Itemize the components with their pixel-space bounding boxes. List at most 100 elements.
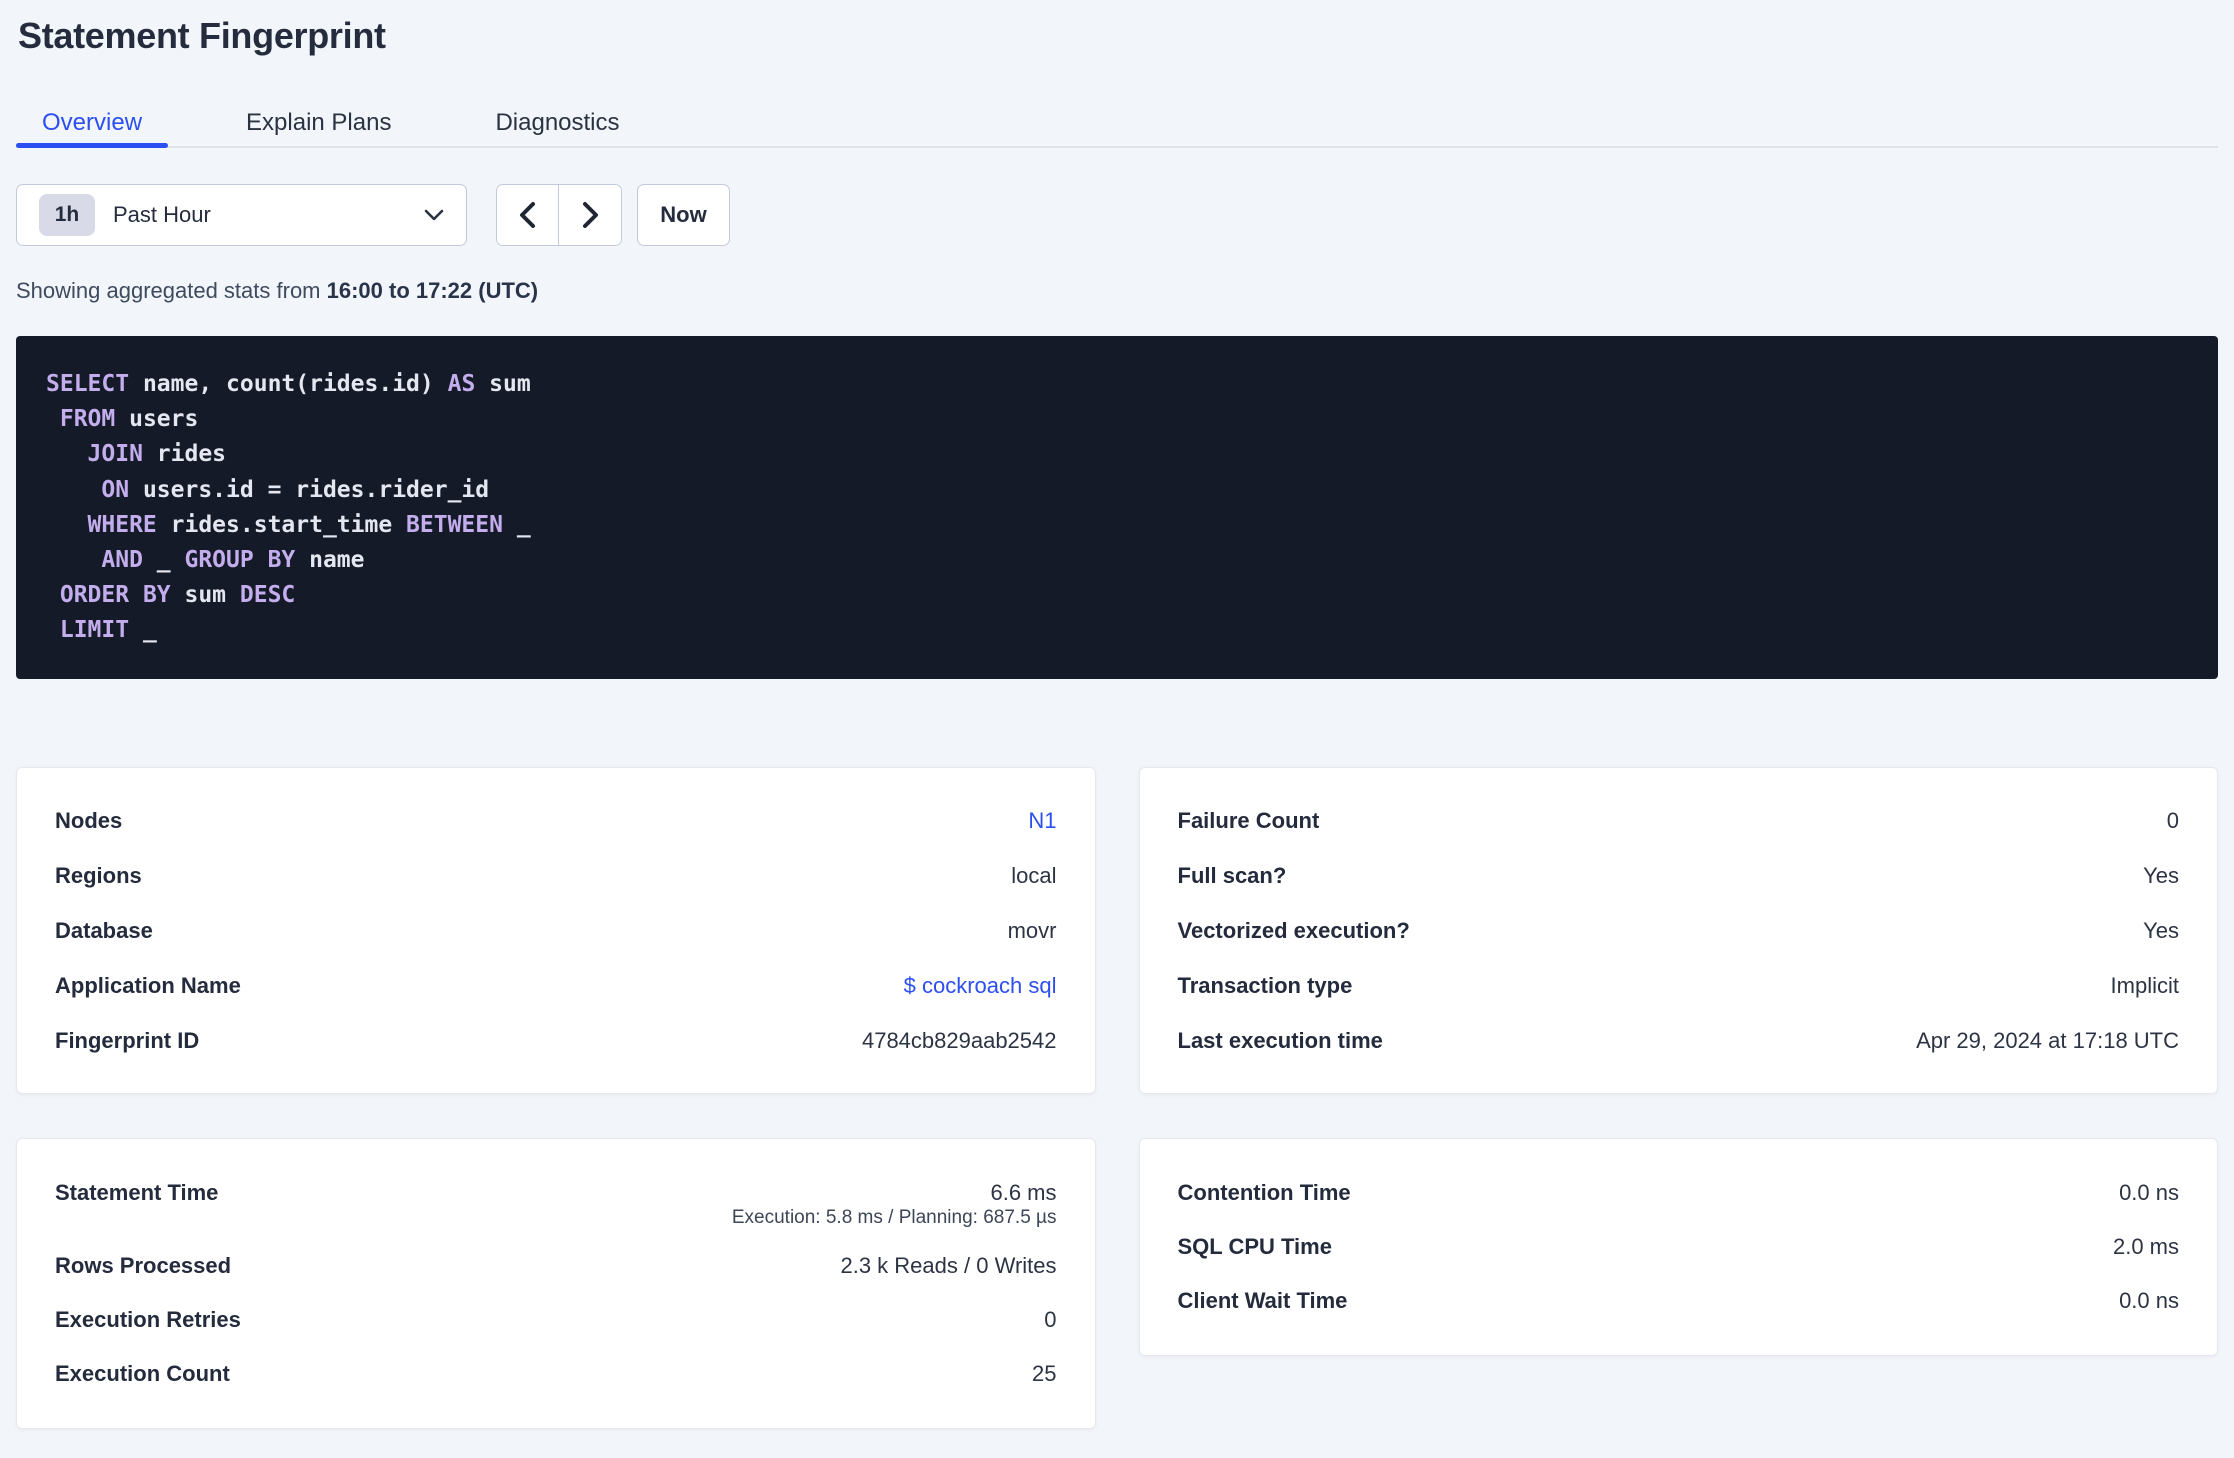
panel-row: Fingerprint ID 4784cb829aab2542 — [55, 1013, 1057, 1068]
stats-line-range: 16:00 to 17:22 (UTC) — [326, 278, 539, 303]
row-label: Rows Processed — [55, 1253, 232, 1278]
row-label: Statement Time — [55, 1180, 219, 1205]
sql-text: _ — [502, 511, 531, 538]
row-value: 0.0 ns — [2119, 1180, 2179, 1205]
sql-keyword: JOIN — [87, 441, 143, 468]
sql-line: WHERE rides.start_time BETWEEN _ — [46, 508, 2188, 543]
sql-text: rides.start_time — [156, 511, 407, 538]
sql-text: name, count(rides.id) — [129, 371, 448, 397]
row-label: Full scan? — [1177, 862, 1287, 888]
sql-keyword: ON — [101, 476, 130, 503]
time-toolbar: 1h Past Hour Now — [16, 184, 2218, 246]
sql-line: LIMIT _ — [46, 613, 2188, 648]
row-value: Yes — [2143, 917, 2179, 943]
sql-keyword: FROM — [59, 406, 116, 433]
row-label: Fingerprint ID — [55, 1027, 200, 1053]
row-value: 0 — [1044, 1307, 1057, 1332]
panel-row: Failure Count 0 — [1178, 793, 2180, 848]
panel-row: SQL CPU Time 2.0 ms — [1178, 1220, 2180, 1274]
row-label: Client Wait Time — [1177, 1288, 1348, 1313]
sql-line: ORDER BY sum DESC — [46, 578, 2188, 613]
time-range-badge: 1h — [39, 194, 95, 236]
sql-keyword: ORDER BY — [59, 582, 171, 609]
panel-row: Execution Retries 0 — [55, 1293, 1057, 1347]
now-button[interactable]: Now — [637, 184, 730, 246]
sql-keyword: AND — [101, 547, 143, 574]
next-time-button[interactable] — [559, 185, 621, 245]
sql-line: FROM users — [46, 402, 2188, 437]
tab-diagnostics[interactable]: Diagnostics — [469, 100, 645, 146]
sql-line: AND _ GROUP BY name — [46, 543, 2188, 578]
aggregated-stats-line: Showing aggregated stats from 16:00 to 1… — [16, 278, 2218, 304]
row-value: 2.0 ms — [2112, 1234, 2179, 1259]
timing-panels-row: Statement Time 6.6 ms Execution: 5.8 ms / … — [16, 1138, 2218, 1429]
row-label: Transaction type — [1177, 972, 1353, 998]
panel-row: Client Wait Time 0.0 ns — [1178, 1274, 2180, 1328]
sql-text: sum — [170, 582, 240, 609]
row-label: Contention Time — [1177, 1180, 1351, 1205]
panel-row: Application Name $ cockroach sql — [55, 958, 1057, 1013]
sql-keyword: WHERE — [87, 511, 157, 538]
sql-line: JOIN rides — [46, 437, 2188, 472]
row-label: Execution Count — [55, 1361, 230, 1386]
row-value: Implicit — [2110, 972, 2179, 998]
tab-overview[interactable]: Overview — [16, 100, 169, 148]
row-value: 6.6 ms — [990, 1180, 1057, 1205]
prev-time-button[interactable] — [497, 185, 559, 245]
row-label: Application Name — [55, 972, 241, 998]
panel-row: Rows Processed 2.3 k Reads / 0 Writes — [55, 1239, 1057, 1293]
sql-text: rides — [142, 441, 227, 468]
sql-statement: SELECT name, count(rides.id) AS sum FROM… — [16, 336, 2218, 679]
row-value: Yes — [2143, 862, 2179, 888]
panel-row: Full scan? Yes — [1178, 848, 2180, 903]
details-panel-left: Nodes N1 Regions local Database movr Applicati… — [16, 767, 1096, 1094]
sql-text: _ — [129, 617, 157, 644]
timing-panel-left: Statement Time 6.6 ms Execution: 5.8 ms / … — [16, 1138, 1096, 1429]
row-value: 25 — [1032, 1361, 1057, 1386]
chevron-left-icon — [515, 200, 541, 230]
stats-line-prefix: Showing aggregated stats from — [16, 278, 327, 303]
row-value: Apr 29, 2024 at 17:18 UTC — [1916, 1027, 2179, 1053]
row-label: Regions — [55, 862, 142, 888]
sql-keyword: GROUP BY — [184, 547, 296, 574]
tab-explain-plans[interactable]: Explain Plans — [220, 100, 417, 146]
details-panels-row: Nodes N1 Regions local Database movr Applicati… — [16, 767, 2218, 1094]
time-range-picker[interactable]: 1h Past Hour — [16, 184, 467, 246]
chevron-right-icon — [577, 200, 603, 230]
tab-bar: Overview Explain Plans Diagnostics — [16, 100, 2218, 148]
row-label: Failure Count — [1177, 807, 1320, 833]
time-pager — [496, 184, 622, 246]
row-value: local — [1011, 862, 1057, 888]
sql-text: sum — [475, 371, 531, 397]
row-label: Last execution time — [1177, 1027, 1383, 1053]
row-value: 2.3 k Reads / 0 Writes — [840, 1253, 1057, 1278]
statement-fingerprint-page: Statement Fingerprint Overview Explain Pl… — [0, 0, 2234, 1429]
row-value: 0.0 ns — [2119, 1288, 2179, 1313]
row-value: 4784cb829aab2542 — [861, 1027, 1057, 1053]
row-value-link[interactable]: $ cockroach sql — [904, 973, 1057, 999]
sql-keyword: SELECT — [46, 371, 130, 397]
sql-keyword: DESC — [239, 582, 296, 609]
panel-row: Last execution time Apr 29, 2024 at 17:18… — [1178, 1013, 2180, 1068]
row-value: 0 — [2166, 807, 2179, 833]
sql-text: _ — [142, 547, 185, 574]
row-value-link[interactable]: N1 — [1028, 808, 1056, 834]
panel-row: Execution Count 25 — [55, 1347, 1057, 1401]
sql-text: users.id = rides.rider_id — [129, 476, 490, 503]
row-label: Database — [55, 917, 153, 943]
row-label: Execution Retries — [55, 1307, 241, 1332]
sql-keyword: AS — [447, 371, 476, 397]
timing-panel-right: Contention Time 0.0 ns SQL CPU Time 2.0 ms C… — [1138, 1138, 2218, 1356]
panel-row: Database movr — [55, 903, 1057, 958]
row-label: Nodes — [55, 807, 123, 833]
page-title: Statement Fingerprint — [18, 15, 386, 56]
panel-row: Nodes N1 — [55, 793, 1057, 848]
sql-text: name — [295, 547, 365, 574]
time-range-label: Past Hour — [113, 202, 211, 227]
